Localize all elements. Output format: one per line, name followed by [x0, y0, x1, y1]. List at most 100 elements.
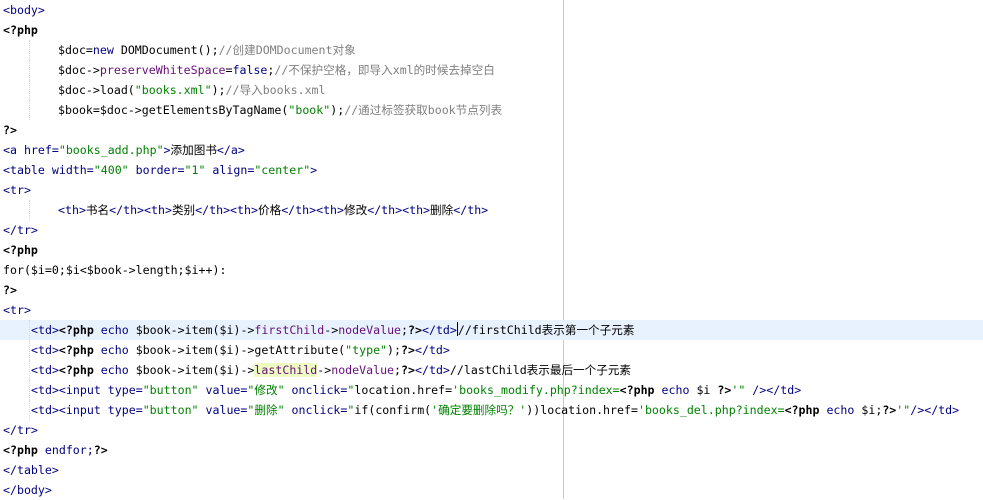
code-token: -> [85, 63, 100, 77]
code-token: '" [731, 383, 746, 397]
code-line[interactable]: </table> [0, 460, 983, 480]
code-token: //lastChild表示最后一个子元素 [449, 363, 632, 377]
code-line[interactable]: <?php [0, 240, 983, 260]
code-line[interactable]: <td><input type="button" value="修改" oncl… [0, 380, 983, 400]
code-token: -> [324, 323, 339, 337]
code-line[interactable]: <tr> [0, 180, 983, 200]
code-line-content: ?> [3, 120, 17, 140]
code-line[interactable]: </tr> [0, 420, 983, 440]
code-token: $book [135, 323, 171, 337]
code-token: $book [135, 363, 171, 377]
code-line[interactable]: $doc=new DOMDocument();//创建DOMDocument对象 [0, 40, 983, 60]
code-token: <tr> [3, 303, 31, 317]
code-token: $i [30, 263, 45, 277]
code-line[interactable]: <td><?php echo $book->item($i)->firstChi… [0, 320, 983, 340]
code-token: ?> [3, 123, 17, 137]
code-line[interactable]: <a href="books_add.php">添加图书</a> [0, 140, 983, 160]
indent-guide [29, 320, 31, 340]
code-token: 书名 [85, 203, 110, 217]
code-token: "400" [93, 163, 129, 177]
code-token: $i; [861, 403, 883, 417]
code-token: $doc [58, 63, 86, 77]
code-line[interactable]: <?php endfor;?> [0, 440, 983, 460]
code-token: false [232, 63, 268, 77]
code-token: = [92, 103, 100, 117]
code-token: '" [896, 403, 911, 417]
code-token: 修改 [344, 203, 368, 217]
code-token: ); [211, 83, 226, 97]
code-line[interactable]: <td><input type="button" value="删除" oncl… [0, 400, 983, 420]
code-token: > [163, 143, 171, 157]
code-line[interactable]: </tr> [0, 220, 983, 240]
indent-guide [29, 340, 31, 360]
code-token: </table> [3, 463, 59, 477]
code-line[interactable]: ?> [0, 120, 983, 140]
code-line[interactable]: <table width="400" border="1" align="cen… [0, 160, 983, 180]
code-token: new [92, 43, 114, 57]
code-token: firstChild表示第一个子元素 [471, 323, 635, 337]
code-token: ?> [882, 403, 897, 417]
code-line[interactable]: <td><?php echo $book->item($i)->getAttri… [0, 340, 983, 360]
code-line[interactable]: $doc->load("books.xml");//导入books.xml [0, 80, 983, 100]
code-token: <?php [58, 343, 94, 357]
code-token: <?php [784, 403, 820, 417]
code-token: </td> [414, 343, 450, 357]
code-token: location.href= [354, 383, 453, 397]
code-token: = [225, 63, 233, 77]
code-line-content: <body> [3, 0, 45, 20]
code-token: <table width= [3, 163, 94, 177]
code-line-content: $doc->preserveWhiteSpace=false;//不保护空格，即… [58, 60, 495, 80]
code-token: ?> [93, 443, 108, 457]
code-token: "type" [345, 343, 388, 357]
code-line[interactable]: $doc->preserveWhiteSpace=false;//不保护空格，即… [0, 60, 983, 80]
code-line[interactable]: $book=$doc->getElementsByTagName("book")… [0, 100, 983, 120]
code-token: ?> [401, 343, 415, 357]
code-token: //通过标签获取book节点列表 [344, 103, 503, 117]
code-token: onclick= [284, 383, 348, 397]
code-token: ->item( [170, 343, 220, 357]
code-line[interactable]: <tr> [0, 300, 983, 320]
code-token: ; [401, 323, 409, 337]
code-line-content: <td><input type="button" value="修改" oncl… [31, 380, 801, 400]
code-token: </td> [415, 363, 450, 377]
code-token: nodeValue [338, 323, 402, 337]
code-token: echo [654, 383, 697, 397]
code-line-content: $doc->load("books.xml");//导入books.xml [58, 80, 326, 100]
code-token: ?> [717, 383, 732, 397]
code-token: /> [910, 403, 925, 417]
code-token: )->getAttribute( [233, 343, 346, 357]
code-token: //不保护空格，即导入xml的时候去掉空白 [274, 63, 495, 77]
code-line-content: $book=$doc->getElementsByTagName("book")… [58, 100, 502, 120]
code-token: =0; [44, 263, 66, 277]
code-token: </a> [216, 143, 245, 157]
code-token: </tr> [3, 423, 38, 437]
code-token: $doc [58, 83, 86, 97]
code-token: $book [86, 263, 122, 277]
code-line[interactable]: </body> [0, 480, 983, 500]
code-token: '确定要删除吗？' [431, 403, 527, 417]
code-line-content: ?> [3, 280, 17, 300]
code-token: < [79, 263, 87, 277]
code-token: </tr> [3, 223, 38, 237]
code-token: $i [184, 263, 199, 277]
code-line-content: </tr> [3, 220, 38, 240]
code-token: 添加图书 [170, 143, 217, 157]
code-token: ->item( [170, 363, 220, 377]
code-token: endfor; [37, 443, 94, 457]
code-token: "books.xml" [134, 83, 212, 97]
code-editor[interactable]: <body> <?php $doc=new DOMDocument();//创建DO… [0, 0, 983, 499]
code-token: </th><th> [109, 203, 172, 217]
code-line[interactable]: <td><?php echo $book->item($i)->lastChil… [0, 360, 983, 380]
code-line[interactable]: <body> [0, 0, 983, 20]
code-token: ; [394, 363, 402, 377]
code-token: )-> [233, 363, 255, 377]
code-token: "button" [142, 383, 199, 397]
code-token: <?php [58, 363, 94, 377]
code-line[interactable]: for($i=0;$i<$book->length;$i++): [0, 260, 983, 280]
indent-guide [29, 400, 31, 420]
indent-guide [29, 380, 31, 400]
code-line[interactable]: <?php [0, 20, 983, 40]
code-line-content: </body> [3, 480, 52, 500]
code-line[interactable]: ?> [0, 280, 983, 300]
code-line[interactable]: <th>书名</th><th>类别</th><th>价格</th><th>修改<… [0, 200, 983, 220]
